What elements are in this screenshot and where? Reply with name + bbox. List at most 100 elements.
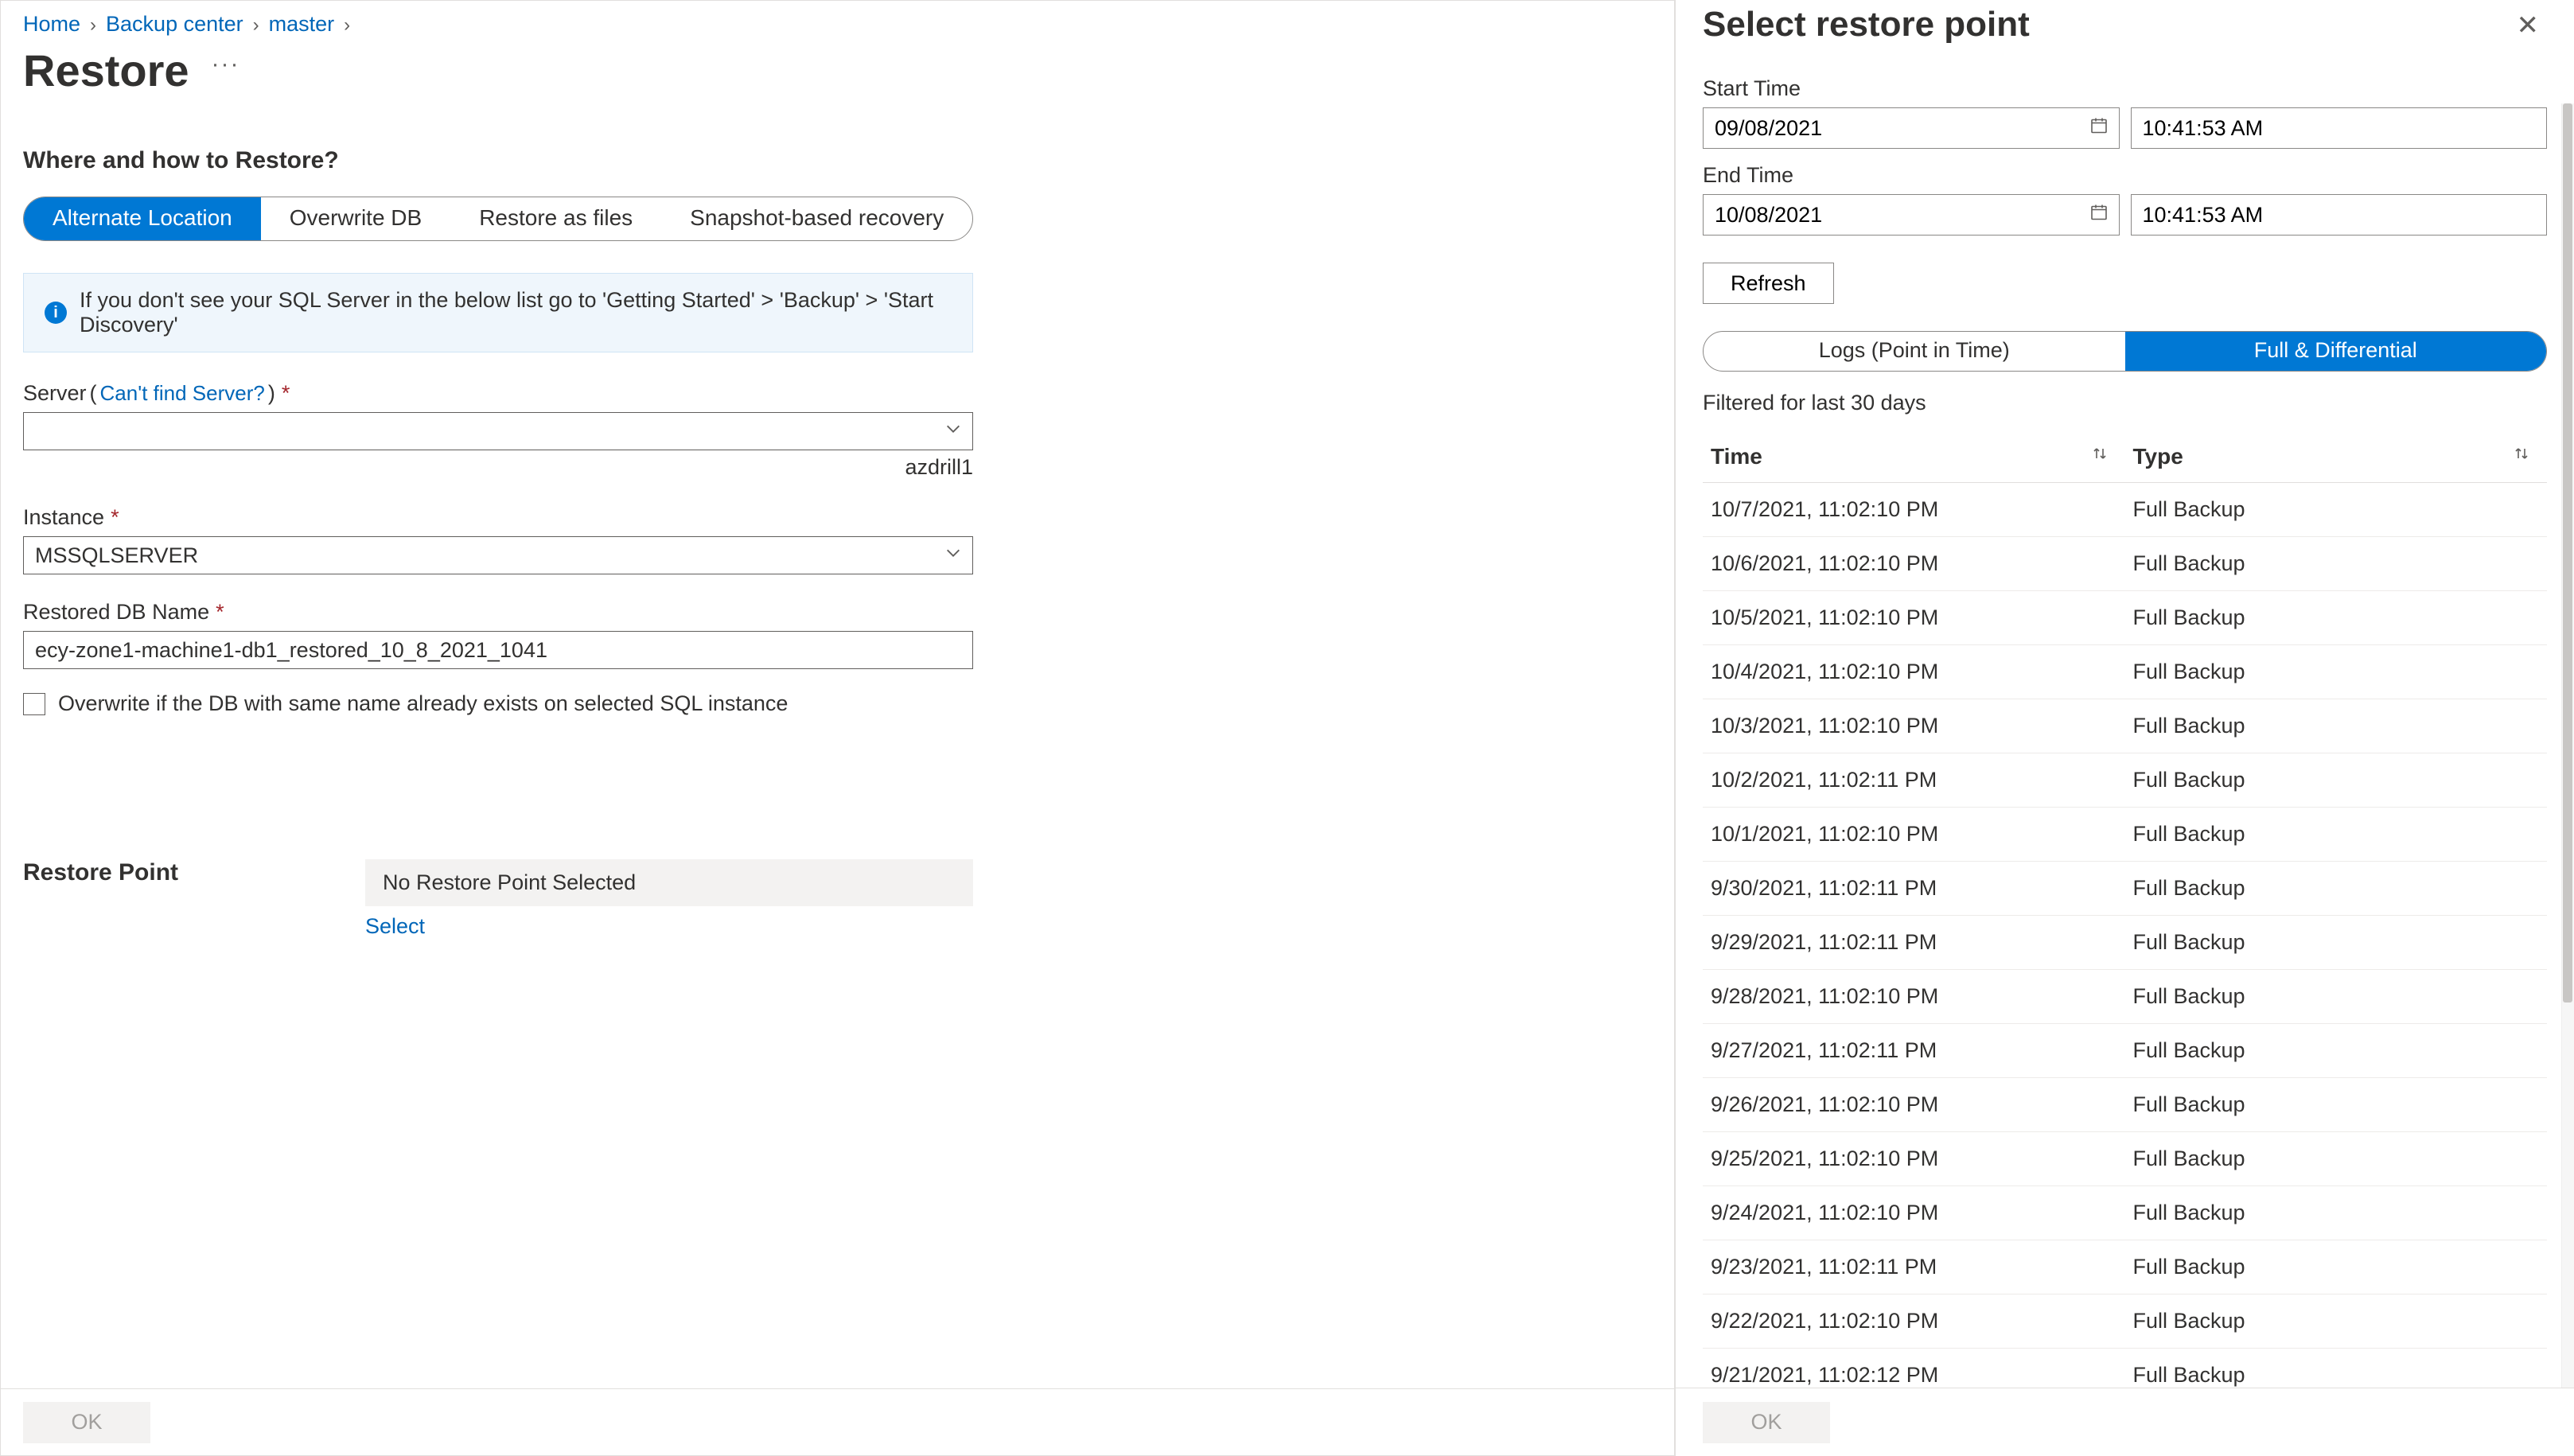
ok-button[interactable]: OK <box>23 1402 150 1443</box>
overwrite-checkbox[interactable] <box>23 693 45 715</box>
crumb-master[interactable]: master <box>269 12 335 37</box>
restored-db-input[interactable] <box>23 631 973 669</box>
table-row[interactable]: 10/2/2021, 11:02:11 PMFull Backup <box>1703 753 2547 808</box>
table-row[interactable]: 9/25/2021, 11:02:10 PMFull Backup <box>1703 1132 2547 1186</box>
cell-time: 10/3/2021, 11:02:10 PM <box>1703 699 2125 753</box>
refresh-button[interactable]: Refresh <box>1703 263 1834 304</box>
start-time-label: Start Time <box>1703 76 2547 101</box>
table-row[interactable]: 10/7/2021, 11:02:10 PMFull Backup <box>1703 483 2547 537</box>
table-row[interactable]: 10/1/2021, 11:02:10 PMFull Backup <box>1703 808 2547 862</box>
table-row[interactable]: 9/26/2021, 11:02:10 PMFull Backup <box>1703 1078 2547 1132</box>
instance-label: Instance <box>23 505 104 530</box>
end-time-input[interactable] <box>2131 194 2548 236</box>
info-banner: i If you don't see your SQL Server in th… <box>23 273 973 352</box>
chevron-right-icon: › <box>248 14 264 37</box>
cell-time: 10/5/2021, 11:02:10 PM <box>1703 591 2125 645</box>
restore-point-status: No Restore Point Selected <box>365 859 973 906</box>
panel-footer: OK <box>1676 1388 2574 1456</box>
tab-alternate-location[interactable]: Alternate Location <box>24 197 261 240</box>
tab-snapshot-recovery[interactable]: Snapshot-based recovery <box>661 197 972 240</box>
table-row[interactable]: 10/6/2021, 11:02:10 PMFull Backup <box>1703 537 2547 591</box>
tab-restore-as-files[interactable]: Restore as files <box>450 197 661 240</box>
start-time-input[interactable] <box>2131 107 2548 149</box>
cell-type: Full Backup <box>2125 862 2548 916</box>
server-help-link[interactable]: Can't find Server? <box>100 381 265 406</box>
cell-type: Full Backup <box>2125 1024 2548 1078</box>
filter-info-text: Filtered for last 30 days <box>1703 391 2547 415</box>
cell-type: Full Backup <box>2125 483 2548 537</box>
cell-type: Full Backup <box>2125 1186 2548 1240</box>
table-row[interactable]: 9/23/2021, 11:02:11 PMFull Backup <box>1703 1240 2547 1294</box>
info-text: If you don't see your SQL Server in the … <box>80 288 952 337</box>
cell-time: 9/30/2021, 11:02:11 PM <box>1703 862 2125 916</box>
cell-type: Full Backup <box>2125 1132 2548 1186</box>
page-title: Restore <box>23 45 189 96</box>
table-row[interactable]: 9/22/2021, 11:02:10 PMFull Backup <box>1703 1294 2547 1349</box>
cell-type: Full Backup <box>2125 1078 2548 1132</box>
col-time-header[interactable]: Time <box>1703 431 2125 483</box>
table-row[interactable]: 10/3/2021, 11:02:10 PMFull Backup <box>1703 699 2547 753</box>
server-help-close: ) <box>268 381 275 406</box>
cell-type: Full Backup <box>2125 1240 2548 1294</box>
section-title-where: Where and how to Restore? <box>23 147 973 174</box>
more-actions-button[interactable]: ··· <box>205 51 247 78</box>
chevron-right-icon: › <box>85 14 101 37</box>
table-row[interactable]: 9/21/2021, 11:02:12 PMFull Backup <box>1703 1349 2547 1388</box>
scrollbar[interactable] <box>2561 103 2574 1388</box>
cell-type: Full Backup <box>2125 808 2548 862</box>
server-label: Server <box>23 381 87 406</box>
sort-icon <box>2090 444 2109 468</box>
restore-point-type-tabs: Logs (Point in Time) Full & Differential <box>1703 331 2547 372</box>
cell-type: Full Backup <box>2125 1349 2548 1388</box>
required-icon: * <box>216 600 224 625</box>
panel-ok-button[interactable]: OK <box>1703 1402 1830 1443</box>
scrollbar-thumb[interactable] <box>2563 103 2572 1002</box>
server-select[interactable] <box>23 412 973 450</box>
table-row[interactable]: 10/5/2021, 11:02:10 PMFull Backup <box>1703 591 2547 645</box>
table-row[interactable]: 9/29/2021, 11:02:11 PMFull Backup <box>1703 916 2547 970</box>
table-row[interactable]: 9/27/2021, 11:02:11 PMFull Backup <box>1703 1024 2547 1078</box>
cell-type: Full Backup <box>2125 591 2548 645</box>
tab-logs-pitr[interactable]: Logs (Point in Time) <box>1704 332 2125 371</box>
close-icon[interactable]: ✕ <box>2509 5 2548 46</box>
cell-time: 9/27/2021, 11:02:11 PM <box>1703 1024 2125 1078</box>
cell-time: 9/23/2021, 11:02:11 PM <box>1703 1240 2125 1294</box>
end-time-label: End Time <box>1703 163 2547 188</box>
table-row[interactable]: 9/28/2021, 11:02:10 PMFull Backup <box>1703 970 2547 1024</box>
cell-time: 9/24/2021, 11:02:10 PM <box>1703 1186 2125 1240</box>
instance-select[interactable]: MSSQLSERVER <box>23 536 973 574</box>
cell-type: Full Backup <box>2125 916 2548 970</box>
cell-time: 10/2/2021, 11:02:11 PM <box>1703 753 2125 808</box>
cell-time: 9/28/2021, 11:02:10 PM <box>1703 970 2125 1024</box>
breadcrumb: Home › Backup center › master › <box>1 1 1674 40</box>
tab-full-differential[interactable]: Full & Differential <box>2125 332 2547 371</box>
server-hint: azdrill1 <box>23 455 973 480</box>
cell-time: 9/25/2021, 11:02:10 PM <box>1703 1132 2125 1186</box>
cell-type: Full Backup <box>2125 645 2548 699</box>
cell-type: Full Backup <box>2125 970 2548 1024</box>
tab-overwrite-db[interactable]: Overwrite DB <box>261 197 450 240</box>
restore-mode-tabs: Alternate Location Overwrite DB Restore … <box>23 197 973 241</box>
cell-type: Full Backup <box>2125 1294 2548 1349</box>
cell-time: 9/29/2021, 11:02:11 PM <box>1703 916 2125 970</box>
bottom-action-bar: OK <box>1 1388 1674 1455</box>
table-row[interactable]: 10/4/2021, 11:02:10 PMFull Backup <box>1703 645 2547 699</box>
cell-type: Full Backup <box>2125 537 2548 591</box>
required-icon: * <box>282 381 290 406</box>
table-row[interactable]: 9/24/2021, 11:02:10 PMFull Backup <box>1703 1186 2547 1240</box>
restore-point-select-link[interactable]: Select <box>365 914 973 939</box>
table-row[interactable]: 9/30/2021, 11:02:11 PMFull Backup <box>1703 862 2547 916</box>
cell-time: 10/7/2021, 11:02:10 PM <box>1703 483 2125 537</box>
info-icon: i <box>45 302 67 324</box>
end-date-input[interactable] <box>1703 194 2120 236</box>
crumb-home[interactable]: Home <box>23 12 80 37</box>
col-type-header[interactable]: Type <box>2125 431 2548 483</box>
start-date-input[interactable] <box>1703 107 2120 149</box>
cell-time: 10/4/2021, 11:02:10 PM <box>1703 645 2125 699</box>
restore-points-table: Time Type 10/7/2021, 11:0 <box>1703 431 2547 1388</box>
crumb-backup-center[interactable]: Backup center <box>106 12 243 37</box>
panel-title: Select restore point <box>1703 5 2030 45</box>
overwrite-checkbox-label: Overwrite if the DB with same name alrea… <box>58 691 788 716</box>
cell-type: Full Backup <box>2125 753 2548 808</box>
cell-time: 9/22/2021, 11:02:10 PM <box>1703 1294 2125 1349</box>
